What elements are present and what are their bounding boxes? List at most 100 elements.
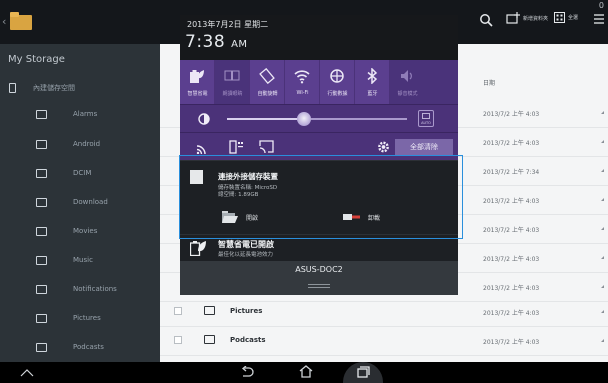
- brightness-thumb[interactable]: [297, 112, 312, 126]
- silent-mode-icon: [401, 70, 412, 82]
- folder-icon: [36, 226, 47, 236]
- sidebar-item-label: Android: [73, 140, 101, 148]
- sidebar-item-movies[interactable]: Movies: [0, 216, 160, 246]
- clear-all-button[interactable]: 全部清除: [395, 139, 453, 155]
- qs-wifi[interactable]: Wi-Fi: [285, 60, 320, 104]
- table-row[interactable]: Podcasts 2013/7/2 上午 4:03: [160, 326, 608, 356]
- sidebar-item-podcasts[interactable]: Podcasts: [0, 332, 160, 362]
- row-date: 2013/7/2 上午 4:03: [483, 310, 540, 317]
- notification-line: 總空間: 1.89GB: [218, 192, 259, 198]
- qs-mobile-data[interactable]: 行動數據: [320, 60, 355, 104]
- eject-action-label[interactable]: 卸載: [368, 213, 380, 222]
- eject-drive-icon[interactable]: [343, 212, 360, 222]
- folder-icon: [36, 313, 47, 323]
- sidebar-item-alarms[interactable]: Alarms: [0, 99, 160, 129]
- select-all-label: 全選: [568, 15, 579, 21]
- folder-icon: [36, 284, 47, 294]
- row-checkbox[interactable]: [174, 336, 182, 344]
- folder-icon: [36, 139, 47, 149]
- row-name: Podcasts: [230, 336, 266, 344]
- qs-silent-mode[interactable]: 靜音模式: [390, 60, 458, 104]
- auto-label: AUTO: [421, 121, 431, 125]
- qs-bluetooth[interactable]: 藍牙: [355, 60, 390, 104]
- mobile-data-icon: [330, 69, 344, 83]
- sidebar-item-label: Pictures: [73, 314, 101, 322]
- home-icon[interactable]: [299, 365, 313, 378]
- qs-label: 靜音模式: [397, 91, 418, 97]
- row-corner-mark: [601, 140, 604, 143]
- column-header-date[interactable]: 日期: [483, 78, 495, 87]
- sidebar-item-pictures[interactable]: Pictures: [0, 303, 160, 333]
- row-date: 2013/7/2 上午 7:34: [483, 169, 540, 176]
- search-icon[interactable]: [479, 13, 493, 27]
- drag-handle-icon[interactable]: [308, 284, 330, 285]
- qs-auto-rotate[interactable]: 自動旋轉: [250, 60, 285, 104]
- auto-rotate-icon: [259, 68, 275, 84]
- folder-icon: [204, 335, 215, 344]
- back-chevron-icon[interactable]: ‹: [2, 15, 6, 28]
- select-all-button[interactable]: 全選: [554, 12, 578, 23]
- brightness-icon: [198, 113, 210, 125]
- sidebar-item-download[interactable]: Download: [0, 187, 160, 217]
- notification-title: 智慧省電已開啟: [218, 240, 274, 249]
- brightness-row: AUTO: [180, 104, 458, 133]
- overflow-menu-icon[interactable]: [594, 13, 604, 25]
- row-corner-mark: [601, 169, 604, 172]
- wireless-display-icon[interactable]: [196, 140, 211, 154]
- row-date: 2013/7/2 上午 4:03: [483, 140, 540, 147]
- usb-storage-notification[interactable]: 連接外接儲存裝置 儲存裝置名稱: MicroSD 總空間: 1.89GB 開啟 …: [180, 160, 458, 235]
- recent-apps-icon[interactable]: [357, 366, 370, 378]
- sidebar-item-android[interactable]: Android: [0, 129, 160, 159]
- power-saving-notification[interactable]: 智慧省電已開啟 最佳化以延長電池效力: [180, 234, 458, 262]
- qs-reading-mode[interactable]: 朗讀眼睛: [215, 60, 250, 104]
- sidebar-item-internal-storage[interactable]: 內建儲存空間: [0, 79, 160, 97]
- row-name: Pictures: [230, 307, 263, 315]
- sidebar-item-label: Alarms: [73, 110, 98, 118]
- back-icon[interactable]: [240, 366, 254, 378]
- row-corner-mark: [601, 227, 604, 230]
- qs-label: 藍牙: [367, 91, 378, 97]
- new-folder-button[interactable]: 新增資料夾: [506, 12, 548, 24]
- shade-clock: 7:38 AM: [185, 32, 248, 52]
- row-checkbox[interactable]: [174, 307, 182, 315]
- notification-title: 連接外接儲存裝置: [218, 172, 278, 181]
- row-date: 2013/7/2 上午 4:03: [483, 256, 540, 263]
- cast-icon[interactable]: [259, 140, 274, 154]
- row-corner-mark: [601, 111, 604, 114]
- quick-settings-bar: 智慧省電 朗讀眼睛 自動旋轉 Wi-Fi 行動數據 藍牙 靜音模式: [180, 60, 458, 104]
- folder-icon: [36, 342, 47, 352]
- qs-label: 智慧省電: [187, 91, 208, 97]
- row-date: 2013/7/2 上午 4:03: [483, 111, 540, 118]
- notification-line: 最佳化以延長電池效力: [218, 252, 274, 258]
- brightness-fill: [227, 118, 305, 120]
- sidebar-item-label: DCIM: [73, 169, 92, 177]
- clock-ampm: AM: [231, 39, 248, 50]
- app-folder-icon: [10, 12, 32, 30]
- table-row[interactable]: Pictures 2013/7/2 上午 4:03: [160, 297, 608, 327]
- sidebar-item-dcim[interactable]: DCIM: [0, 158, 160, 188]
- bluetooth-icon: [367, 68, 378, 84]
- new-folder-label: 新增資料夾: [523, 15, 549, 22]
- qs-label: 自動旋轉: [257, 91, 278, 97]
- row-corner-mark: [601, 256, 604, 259]
- settings-gear-icon[interactable]: [377, 140, 390, 154]
- storage-sidebar: My Storage 內建儲存空間 Alarms Android DCIM Do…: [0, 44, 160, 362]
- collapse-chevron-icon[interactable]: [20, 368, 34, 377]
- sidebar-title: My Storage: [8, 54, 65, 65]
- select-all-icon: [554, 12, 565, 23]
- screen-share-icon[interactable]: [229, 140, 244, 154]
- system-nav-bar: [0, 362, 608, 383]
- qs-power-saving[interactable]: 智慧省電: [180, 60, 215, 104]
- open-folder-icon[interactable]: [222, 211, 238, 223]
- sd-card-icon: [9, 83, 16, 93]
- clock-time: 7:38: [185, 32, 226, 52]
- device-name: ASUS-DOC2: [295, 265, 343, 274]
- sidebar-item-label: 內建儲存空間: [33, 84, 75, 92]
- sidebar-item-music[interactable]: Music: [0, 245, 160, 275]
- auto-brightness-toggle[interactable]: AUTO: [418, 110, 434, 127]
- open-action-label[interactable]: 開啟: [246, 213, 258, 222]
- sidebar-item-notifications[interactable]: Notifications: [0, 274, 160, 304]
- reading-mode-icon: [224, 70, 240, 81]
- folder-icon: [36, 168, 47, 178]
- shortcuts-row: 全部清除: [180, 132, 458, 161]
